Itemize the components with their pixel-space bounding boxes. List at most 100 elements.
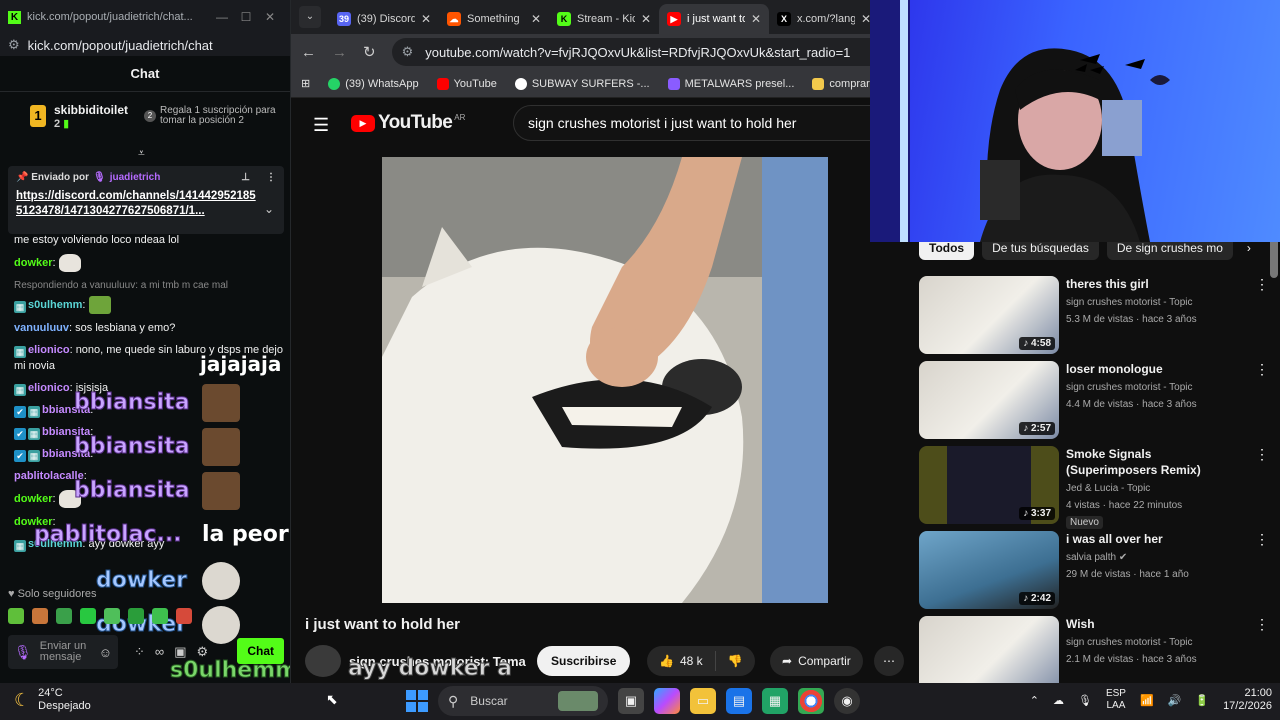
video-player[interactable] (382, 157, 828, 603)
emote-icon[interactable] (80, 608, 96, 624)
tab-soundcloud[interactable]: ☁ Something ✕ (439, 4, 549, 34)
chevron-up-icon[interactable]: ⌃ (1030, 694, 1039, 707)
like-button[interactable]: 👍 48 k (647, 651, 716, 671)
pinned-link[interactable]: https://discord.com/channels/14144295218… (16, 189, 256, 219)
gift-cta[interactable]: 2 Regala 1 suscripción para tomar la pos… (144, 106, 278, 126)
close-tab-icon[interactable]: ✕ (641, 12, 651, 26)
rec-item[interactable]: ♪ 2:57 loser monologue sign crushes moto… (919, 361, 1269, 439)
tab-kick[interactable]: KStream - Kick✕ (549, 4, 659, 34)
kebab-menu-icon[interactable]: ⋮ (1255, 276, 1269, 354)
tab-youtube[interactable]: ▶ i just want to ✕ (659, 4, 769, 34)
close-tab-icon[interactable]: ✕ (751, 12, 761, 26)
rec-title[interactable]: Smoke Signals (Superimposers Remix) (1066, 446, 1246, 478)
bookmark-subway[interactable]: SUBWAY SURFERS -... (514, 77, 650, 90)
bookmark-comprar[interactable]: comprar (812, 77, 870, 90)
back-icon[interactable]: ← (301, 44, 316, 61)
maximize-icon[interactable]: ☐ (234, 10, 258, 24)
rec-thumbnail[interactable]: ♪ 3:37 (919, 446, 1059, 524)
kick-urlbar[interactable]: ⚙ kick.com/popout/juadietrich/chat (0, 34, 290, 56)
rec-item[interactable]: ♪ 4:58 theres this girl sign crushes mot… (919, 276, 1269, 354)
emote-icon[interactable] (8, 608, 24, 624)
emote-icon[interactable] (56, 608, 72, 624)
weather-widget[interactable]: ☾ 24°C Despejado (14, 687, 91, 713)
unpin-icon[interactable]: ⊥ (241, 172, 250, 183)
obs-icon[interactable]: ◉ (834, 688, 860, 714)
site-info-icon[interactable]: ⚙ (402, 44, 414, 60)
search-input[interactable]: sign crushes motorist i just want to hol… (513, 105, 893, 141)
file-explorer-icon[interactable]: ▭ (690, 688, 716, 714)
rec-channel[interactable]: sign crushes motorist - Topic (1066, 294, 1246, 311)
emote-icon[interactable] (176, 608, 192, 624)
rec-item[interactable]: ♪ 3:37 Smoke Signals (Superimposers Remi… (919, 446, 1269, 529)
kebab-menu-icon[interactable]: ⋮ (1255, 361, 1269, 439)
chat-input[interactable]: 🎙 Enviar un mensaje ☺ (8, 635, 118, 669)
chrome-icon[interactable] (798, 688, 824, 714)
rec-title[interactable]: theres this girl (1066, 276, 1246, 292)
search-icon: ⚲ (448, 692, 459, 709)
rec-channel[interactable]: sign crushes motorist - Topic (1066, 379, 1246, 396)
emote-bar[interactable] (8, 608, 192, 624)
emote-icon[interactable] (104, 608, 120, 624)
rec-thumbnail[interactable]: ♪ 2:42 (919, 531, 1059, 609)
emoji-icon[interactable]: ☺ (99, 646, 112, 659)
kebab-menu-icon[interactable]: ⋮ (1255, 531, 1269, 609)
rec-channel[interactable]: Jed & Lucia - Topic (1066, 480, 1246, 497)
dislike-button[interactable]: 👎 (716, 654, 755, 668)
language-indicator[interactable]: ESP LAA (1106, 688, 1126, 712)
bookmark-whatsapp[interactable]: (39) WhatsApp (328, 77, 419, 90)
wifi-icon[interactable]: 📶 (1140, 694, 1154, 707)
tab-discord[interactable]: 39 (39) Discord ✕ (329, 4, 439, 34)
emote-icon[interactable] (152, 608, 168, 624)
share-button[interactable]: ➦ Compartir (770, 646, 863, 676)
share-icon[interactable]: ⁘ (134, 644, 145, 660)
tab-search-icon[interactable]: ⌄ (299, 6, 321, 28)
apps-icon[interactable]: ⊞ (301, 77, 310, 90)
cloud-icon[interactable]: ☁ (1053, 694, 1064, 707)
rec-channel[interactable]: salvia palth ✔ (1066, 549, 1246, 566)
windows-start-icon[interactable] (406, 690, 428, 712)
rec-channel[interactable]: sign crushes motorist - Topic (1066, 634, 1246, 651)
emote-icon[interactable] (32, 608, 48, 624)
task-view-icon[interactable]: ▣ (618, 688, 644, 714)
close-tab-icon[interactable]: ✕ (531, 12, 541, 26)
emote-icon[interactable] (128, 608, 144, 624)
chevron-right-icon[interactable]: › (1247, 241, 1251, 255)
infinity-icon[interactable]: ∞ (155, 644, 164, 660)
reload-icon[interactable]: ↻ (363, 43, 376, 61)
store-icon[interactable]: ▤ (726, 688, 752, 714)
rec-thumbnail[interactable]: ♪ 4:58 (919, 276, 1059, 354)
volume-icon[interactable]: 🔊 (1168, 694, 1182, 707)
more-actions-icon[interactable]: ⋯ (874, 646, 904, 676)
rec-title[interactable]: i was all over her (1066, 531, 1246, 547)
tab-x[interactable]: Xx.com/?lang ✕ (769, 4, 879, 34)
subscribe-button[interactable]: Suscribirse (537, 646, 631, 676)
spreadsheet-icon[interactable]: ▦ (762, 688, 788, 714)
rec-thumbnail[interactable]: ♪ 2:57 (919, 361, 1059, 439)
site-settings-icon[interactable]: ⚙ (8, 37, 20, 53)
menu-icon[interactable]: ☰ (313, 115, 329, 136)
top-gifter-name[interactable]: skibbiditoilet (54, 103, 128, 117)
rec-item[interactable]: ♪ 2:42 i was all over her salvia palth ✔… (919, 531, 1269, 609)
minimize-icon[interactable]: — (210, 10, 234, 24)
taskbar-search[interactable]: ⚲ Buscar (438, 686, 608, 716)
copilot-icon[interactable] (654, 688, 680, 714)
rec-title[interactable]: Wish (1066, 616, 1246, 632)
mic-icon[interactable]: 🎙 (14, 645, 32, 659)
bookmark-metalwars[interactable]: METALWARS presel... (667, 77, 794, 90)
pinned-user[interactable]: juadietrich (110, 172, 161, 183)
scrollbar-thumb[interactable] (1270, 238, 1278, 278)
clock[interactable]: 21:00 17/2/2026 (1223, 687, 1272, 713)
forward-icon[interactable]: → (332, 44, 347, 61)
kebab-menu-icon[interactable]: ⋮ (1255, 446, 1269, 524)
chevron-down-icon[interactable]: ⌄ (264, 202, 274, 216)
microphone-icon[interactable]: 🎙 (1078, 694, 1092, 707)
expand-chevron-icon[interactable]: ⩡ (138, 146, 145, 161)
pin-menu-icon[interactable]: ⋮ (266, 172, 276, 183)
close-tab-icon[interactable]: ✕ (421, 12, 431, 26)
battery-icon[interactable]: 🔋 (1195, 694, 1209, 707)
rec-title[interactable]: loser monologue (1066, 361, 1246, 377)
youtube-logo[interactable]: ▶ YouTube AR (351, 112, 465, 134)
bookmark-youtube[interactable]: YouTube (436, 77, 497, 90)
close-icon[interactable]: ✕ (258, 10, 282, 24)
channel-avatar[interactable] (305, 645, 341, 677)
